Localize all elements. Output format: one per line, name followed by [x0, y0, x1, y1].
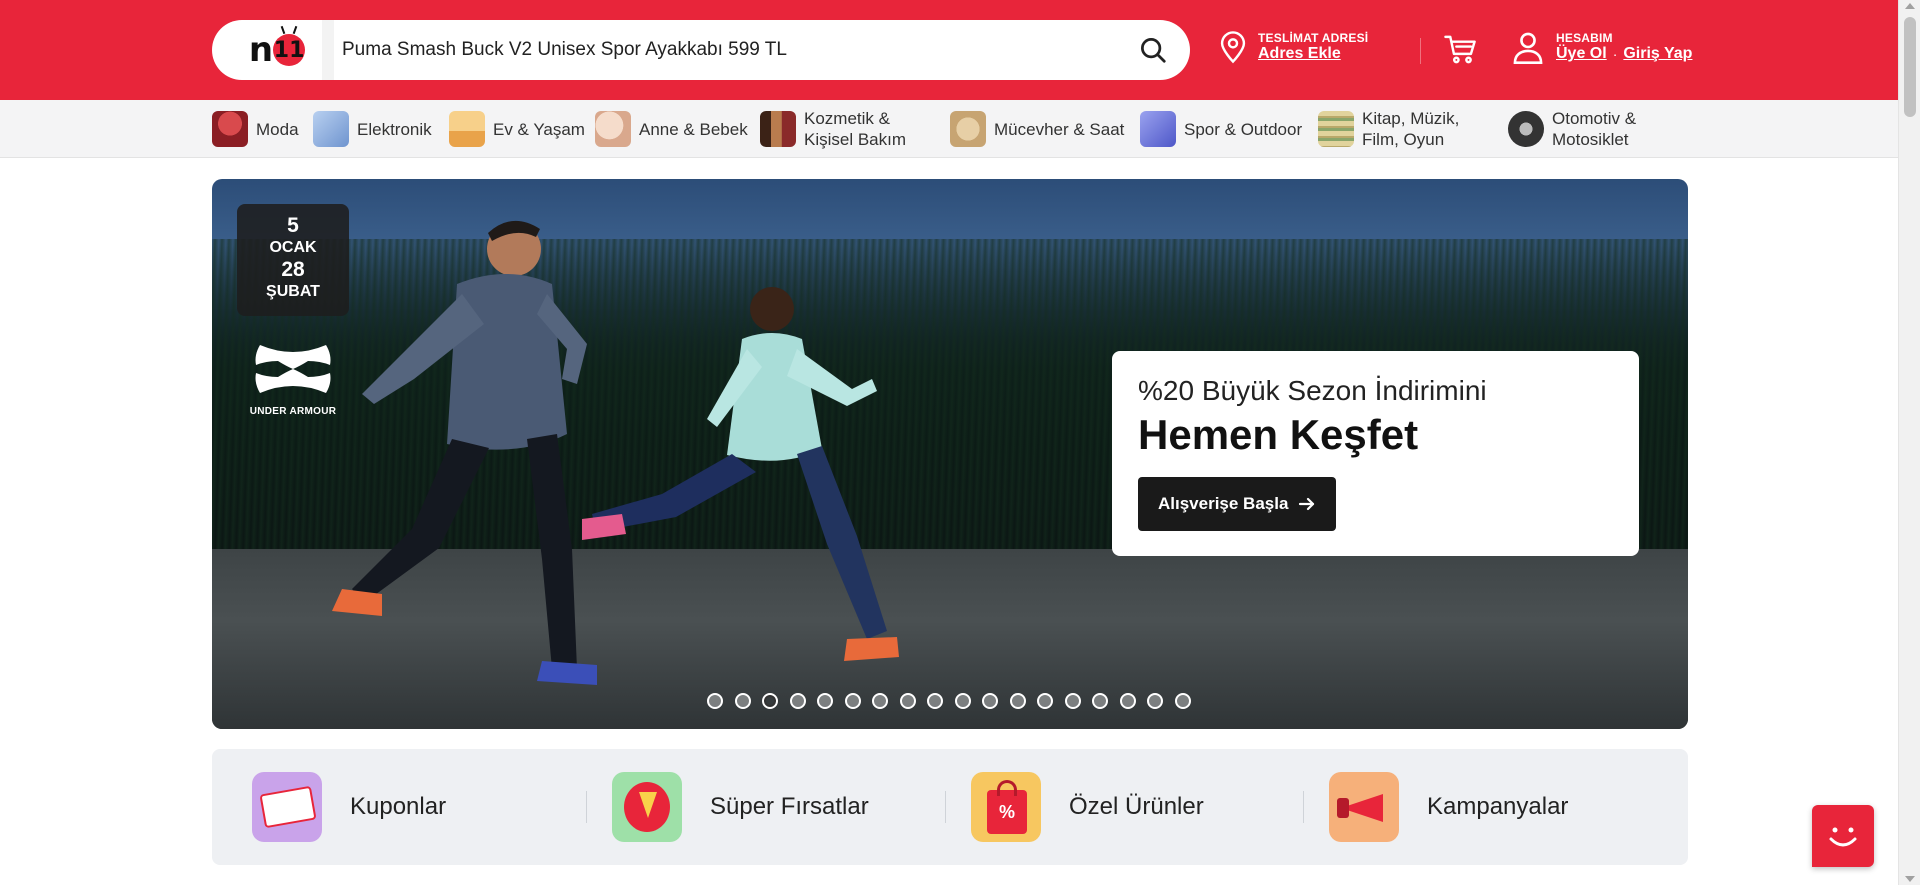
shop-now-label: Alışverişe Başla	[1158, 494, 1289, 513]
location-pin-icon	[1220, 31, 1246, 64]
category-moda[interactable]: Moda	[212, 105, 299, 153]
user-icon	[1513, 32, 1543, 64]
ladybug-logo-icon: 11	[273, 34, 306, 66]
date-day-end: 28	[281, 258, 305, 281]
category-label: Anne & Bebek	[639, 119, 748, 139]
shopping-bag-icon: %	[971, 772, 1041, 842]
carousel-dot[interactable]	[1064, 693, 1081, 709]
chat-widget-button[interactable]	[1812, 805, 1874, 867]
quick-links-bar: Kuponlar Süper Fırsatlar % Özel Ürünler …	[212, 749, 1688, 865]
scroll-down-icon[interactable]	[1905, 876, 1915, 882]
category-label: Mücevher & Saat	[994, 119, 1125, 139]
promo-card: %20 Büyük Sezon İndirimini Hemen Keşfet …	[1112, 351, 1639, 556]
page-scrollbar[interactable]	[1898, 0, 1920, 885]
account-caption: HESABIM	[1556, 31, 1613, 45]
tire-thumbnail-icon	[1508, 111, 1544, 147]
under-armour-logo-icon	[255, 345, 331, 393]
smiley-icon	[1829, 827, 1857, 847]
fashion-thumbnail-icon	[212, 111, 248, 147]
campaign-date-badge: 5 OCAK 28 ŞUBAT	[237, 204, 349, 316]
quick-link-special-products[interactable]: % Özel Ürünler	[971, 769, 1204, 845]
scrollbar-thumb[interactable]	[1904, 17, 1916, 117]
category-anne-bebek[interactable]: Anne & Bebek	[595, 105, 748, 153]
category-label: Spor & Outdoor	[1184, 119, 1303, 139]
category-nav: Moda Elektronik Ev & Yaşam Anne & Bebek …	[0, 100, 1898, 158]
category-elektronik[interactable]: Elektronik	[313, 105, 432, 153]
carousel-dot[interactable]	[927, 693, 943, 709]
brand-name: UNDER ARMOUR	[249, 406, 337, 417]
brand-logo: UNDER ARMOUR	[237, 339, 349, 417]
add-address-link[interactable]: Adres Ekle	[1258, 45, 1368, 63]
cart-icon[interactable]	[1443, 32, 1477, 66]
search-input[interactable]	[342, 30, 1102, 70]
category-label: Moda	[256, 119, 299, 139]
carousel-pagination	[707, 693, 1191, 709]
runners-illustration	[332, 220, 899, 685]
register-link[interactable]: Üye Ol	[1556, 45, 1607, 63]
category-spor-outdoor[interactable]: Spor & Outdoor	[1140, 105, 1302, 153]
category-kitap-muzik[interactable]: Kitap, Müzik, Film, Oyun	[1318, 105, 1459, 153]
category-mucevher-saat[interactable]: Mücevher & Saat	[950, 105, 1124, 153]
books-thumbnail-icon	[1318, 111, 1354, 147]
baby-thumbnail-icon	[595, 111, 631, 147]
top-header: n 11 TESLİMAT ADRESİ Adres Ekle HESABIM …	[0, 0, 1898, 100]
megaphone-icon	[1329, 772, 1399, 842]
hero-banner[interactable]: 5 OCAK 28 ŞUBAT UNDER ARMOUR %20 Büyük S…	[212, 179, 1688, 729]
quick-link-label: Süper Fırsatlar	[710, 793, 869, 820]
carousel-dot[interactable]	[789, 693, 806, 709]
lamp-thumbnail-icon	[449, 111, 485, 147]
cosmetics-thumbnail-icon	[760, 111, 796, 147]
category-label: Kitap, Müzik, Film, Oyun	[1362, 109, 1460, 149]
carousel-dot[interactable]	[899, 693, 916, 709]
scroll-up-icon[interactable]	[1905, 3, 1915, 9]
carousel-dot[interactable]	[1119, 693, 1136, 709]
promo-subtitle: %20 Büyük Sezon İndirimini	[1138, 375, 1487, 406]
shop-now-button[interactable]: Alışverişe Başla	[1138, 477, 1337, 531]
category-label: Elektronik	[357, 119, 432, 139]
arrow-right-icon	[1299, 497, 1315, 511]
category-label: Otomotiv & Motosiklet	[1552, 109, 1637, 149]
coupon-icon	[252, 772, 322, 842]
electronics-thumbnail-icon	[313, 111, 349, 147]
date-day-start: 5	[287, 214, 299, 237]
category-label: Ev & Yaşam	[493, 119, 585, 139]
address-caption: TESLİMAT ADRESİ	[1258, 31, 1369, 45]
carousel-dot[interactable]	[1147, 693, 1163, 709]
n11-logo[interactable]: n 11	[222, 25, 332, 75]
quick-link-campaigns[interactable]: Kampanyalar	[1329, 769, 1568, 845]
search-bar: n 11	[212, 20, 1190, 80]
sports-thumbnail-icon	[1140, 111, 1176, 147]
category-otomotiv[interactable]: Otomotiv & Motosiklet	[1508, 105, 1636, 153]
quick-link-super-deals[interactable]: Süper Fırsatlar	[612, 769, 869, 845]
carousel-dot[interactable]	[734, 693, 751, 709]
date-month-end: ŞUBAT	[266, 283, 320, 300]
carousel-dot[interactable]	[872, 693, 888, 709]
carousel-dot[interactable]	[1092, 693, 1108, 709]
promo-title: Hemen Keşfet	[1138, 411, 1419, 458]
carousel-dot[interactable]	[844, 693, 861, 709]
carousel-dot[interactable]	[707, 693, 723, 709]
search-icon[interactable]	[1138, 35, 1168, 65]
category-kozmetik[interactable]: Kozmetik & Kişisel Bakım	[760, 105, 906, 153]
category-ev-yasam[interactable]: Ev & Yaşam	[449, 105, 585, 153]
carousel-dot[interactable]	[982, 693, 998, 709]
jewelry-thumbnail-icon	[950, 111, 986, 147]
delivery-address[interactable]: TESLİMAT ADRESİ Adres Ekle	[1218, 30, 1368, 64]
quick-link-coupons[interactable]: Kuponlar	[252, 769, 446, 845]
quick-link-label: Kampanyalar	[1427, 793, 1569, 820]
account-menu: HESABIM Üye Ol · Giriş Yap	[1512, 30, 1692, 64]
lightning-badge-icon	[612, 772, 682, 842]
date-month-start: OCAK	[269, 239, 317, 256]
quick-link-label: Özel Ürünler	[1069, 793, 1204, 820]
carousel-dot[interactable]	[762, 693, 778, 709]
quick-link-label: Kuponlar	[350, 793, 447, 820]
login-link[interactable]: Giriş Yap	[1623, 45, 1692, 63]
separator-dot: ·	[1612, 46, 1618, 62]
carousel-dot[interactable]	[817, 693, 833, 709]
carousel-dot[interactable]	[1037, 693, 1053, 709]
carousel-dot[interactable]	[1174, 693, 1191, 709]
carousel-dot[interactable]	[954, 693, 971, 709]
carousel-dot[interactable]	[1009, 693, 1026, 709]
category-label: Kozmetik & Kişisel Bakım	[804, 109, 907, 149]
